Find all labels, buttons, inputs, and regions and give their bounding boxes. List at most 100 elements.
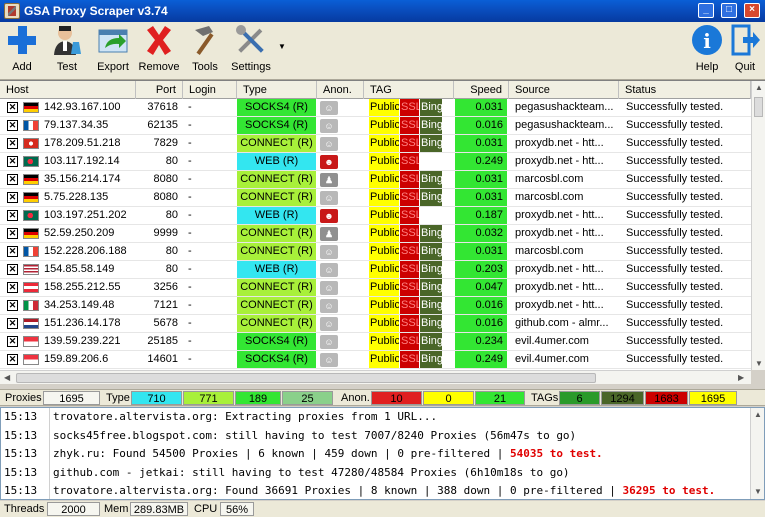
log-scrollbar[interactable]: ▲ ▼ [750,408,764,499]
anonymity-mask-icon: ☺ [320,119,338,133]
settings-dropdown-icon[interactable]: ▼ [278,42,286,51]
country-flag-icon [23,120,39,131]
proxies-label: Proxies [5,392,42,404]
tag-count-public: 1695 [689,391,737,405]
login-cell: - [188,245,192,257]
add-button[interactable]: Add [0,24,44,76]
column-port[interactable]: Port [136,81,183,99]
port-cell: 7829 [153,137,178,149]
speed-cell: 0.234 [455,333,507,350]
log-text: trovatore.altervista.org: Found 36691 Pr… [53,484,623,497]
row-checkbox[interactable]: ✕ [7,354,18,365]
column-type[interactable]: Type [237,81,317,99]
column-source[interactable]: Source [509,81,619,99]
anonymity-mask-icon: ☺ [320,263,338,277]
status-cell: Successfully tested. [626,101,724,113]
settings-button[interactable]: Settings [229,24,273,76]
row-checkbox[interactable]: ✕ [7,102,18,113]
anonymity-mask-icon: ☺ [320,317,338,331]
type-cell: CONNECT (R) [237,225,316,242]
row-checkbox[interactable]: ✕ [7,282,18,293]
table-row[interactable]: ✕152.228.206.18880-CONNECT (R)☺PublicSSL… [0,243,751,261]
speed-cell: 0.016 [455,117,507,134]
type-label: Type [106,392,130,404]
remove-button[interactable]: Remove [137,24,181,76]
row-checkbox[interactable]: ✕ [7,318,18,329]
status-bar: Threads 2000 Mem 289.83MB CPU 56% [0,501,765,517]
mem-label: Mem [104,503,129,515]
anonymity-mask-icon: ☺ [320,281,338,295]
source-cell: marcosbl.com [515,191,584,203]
close-button[interactable]: × [744,3,760,18]
anonymity-spy-icon: ♟ [320,227,338,241]
login-cell: - [188,173,192,185]
row-checkbox[interactable]: ✕ [7,120,18,131]
tag-public: Public [369,117,399,134]
title-bar: GSA Proxy Scraper v3.74 _ □ × [0,0,765,22]
row-checkbox[interactable]: ✕ [7,156,18,167]
tag-bing: Bing [420,261,442,278]
column-anon[interactable]: Anon. [317,81,364,99]
type-cell: WEB (R) [237,261,316,278]
row-checkbox[interactable]: ✕ [7,336,18,347]
table-header: Host Port Login Type Anon. TAG Speed Sou… [0,81,751,99]
column-host[interactable]: Host [0,81,136,99]
log-line: 15:13 github.com - jetkai: still having t… [1,463,764,482]
table-row[interactable]: ✕159.89.206.614601-SOCKS4 (R)☺PublicSSLB… [0,351,751,369]
table-row[interactable]: ✕ 158.255.212.55 3256- CONNECT (R) ☺ Public SS… [0,279,751,297]
table-row[interactable]: ✕79.137.34.3562135-SOCKS4 (R)☺PublicSSLB… [0,117,751,135]
table-row[interactable]: ✕ 178.209.51.218 7829- CONNECT (R) ☺ Public SS… [0,135,751,153]
source-cell: proxydb.net - htt... [515,155,604,167]
type-count-socks4: 189 [235,391,281,405]
maximize-button[interactable]: □ [721,3,737,18]
row-checkbox[interactable]: ✕ [7,228,18,239]
column-tag[interactable]: TAG [364,81,454,99]
status-cell: Successfully tested. [626,137,724,149]
table-row[interactable]: ✕103.197.251.20280-WEB (R)☻PublicSSL0.18… [0,207,751,225]
row-checkbox[interactable]: ✕ [7,192,18,203]
row-checkbox[interactable]: ✕ [7,246,18,257]
tag-bing: Bing [420,99,442,116]
table-row[interactable]: ✕5.75.228.1358080-CONNECT (R)☺PublicSSLB… [0,189,751,207]
login-cell: - [188,137,192,149]
source-cell: marcosbl.com [515,173,584,185]
table-row[interactable]: ✕103.117.192.1480-WEB (R)☻PublicSSL0.249… [0,153,751,171]
row-checkbox[interactable]: ✕ [7,138,18,149]
source-cell: pegasushackteam... [515,119,614,131]
table-row[interactable]: ✕ 142.93.167.100 37618- SOCKS4 (R) ☺ Public SS… [0,99,751,117]
proxies-count: 1695 [43,391,100,405]
table-row[interactable]: ✕ 151.236.14.178 5678- CONNECT (R) ☺ Public SS… [0,315,751,333]
table-row[interactable]: ✕154.85.58.14980-WEB (R)☺PublicSSLBing0.… [0,261,751,279]
port-cell: 14601 [147,353,178,365]
speed-cell: 0.031 [455,99,507,116]
tag-ssl: SSL [400,153,419,170]
quit-button[interactable]: Quit [723,24,765,76]
test-button[interactable]: Test [45,24,89,76]
column-login[interactable]: Login [183,81,237,99]
wrench-screwdriver-icon [235,24,267,56]
row-checkbox[interactable]: ✕ [7,264,18,275]
table-row[interactable]: ✕ 35.156.214.174 8080- CONNECT (R) ♟ Public SS… [0,171,751,189]
column-speed[interactable]: Speed [454,81,509,99]
stats-bar: Proxies 1695 Type 710 771 189 25 Anon. 1… [0,389,765,406]
source-cell: github.com - almr... [515,317,609,329]
type-count-socks5: 25 [282,391,333,405]
row-checkbox[interactable]: ✕ [7,210,18,221]
tools-button[interactable]: Tools [183,24,227,76]
column-status[interactable]: Status [619,81,751,99]
minimize-button[interactable]: _ [698,3,714,18]
table-row[interactable]: ✕34.253.149.487121-CONNECT (R)☺PublicSSL… [0,297,751,315]
source-cell: evil.4umer.com [515,335,589,347]
horizontal-scrollbar[interactable]: ◀ ▶ [0,370,751,384]
row-checkbox[interactable]: ✕ [7,174,18,185]
speed-cell: 0.031 [455,171,507,188]
anonymity-mask-icon: ☺ [320,245,338,259]
app-icon [4,3,20,19]
table-row[interactable]: ✕52.59.250.2099999-CONNECT (R)♟PublicSSL… [0,225,751,243]
table-row[interactable]: ✕ 139.59.239.221 25185- SOCKS4 (R) ☺ Public SS… [0,333,751,351]
export-button[interactable]: Export [91,24,135,76]
country-flag-icon [23,174,39,185]
row-checkbox[interactable]: ✕ [7,300,18,311]
tag-bing: Bing [420,351,442,368]
vertical-scrollbar[interactable]: ▲ ▼ [751,81,765,370]
